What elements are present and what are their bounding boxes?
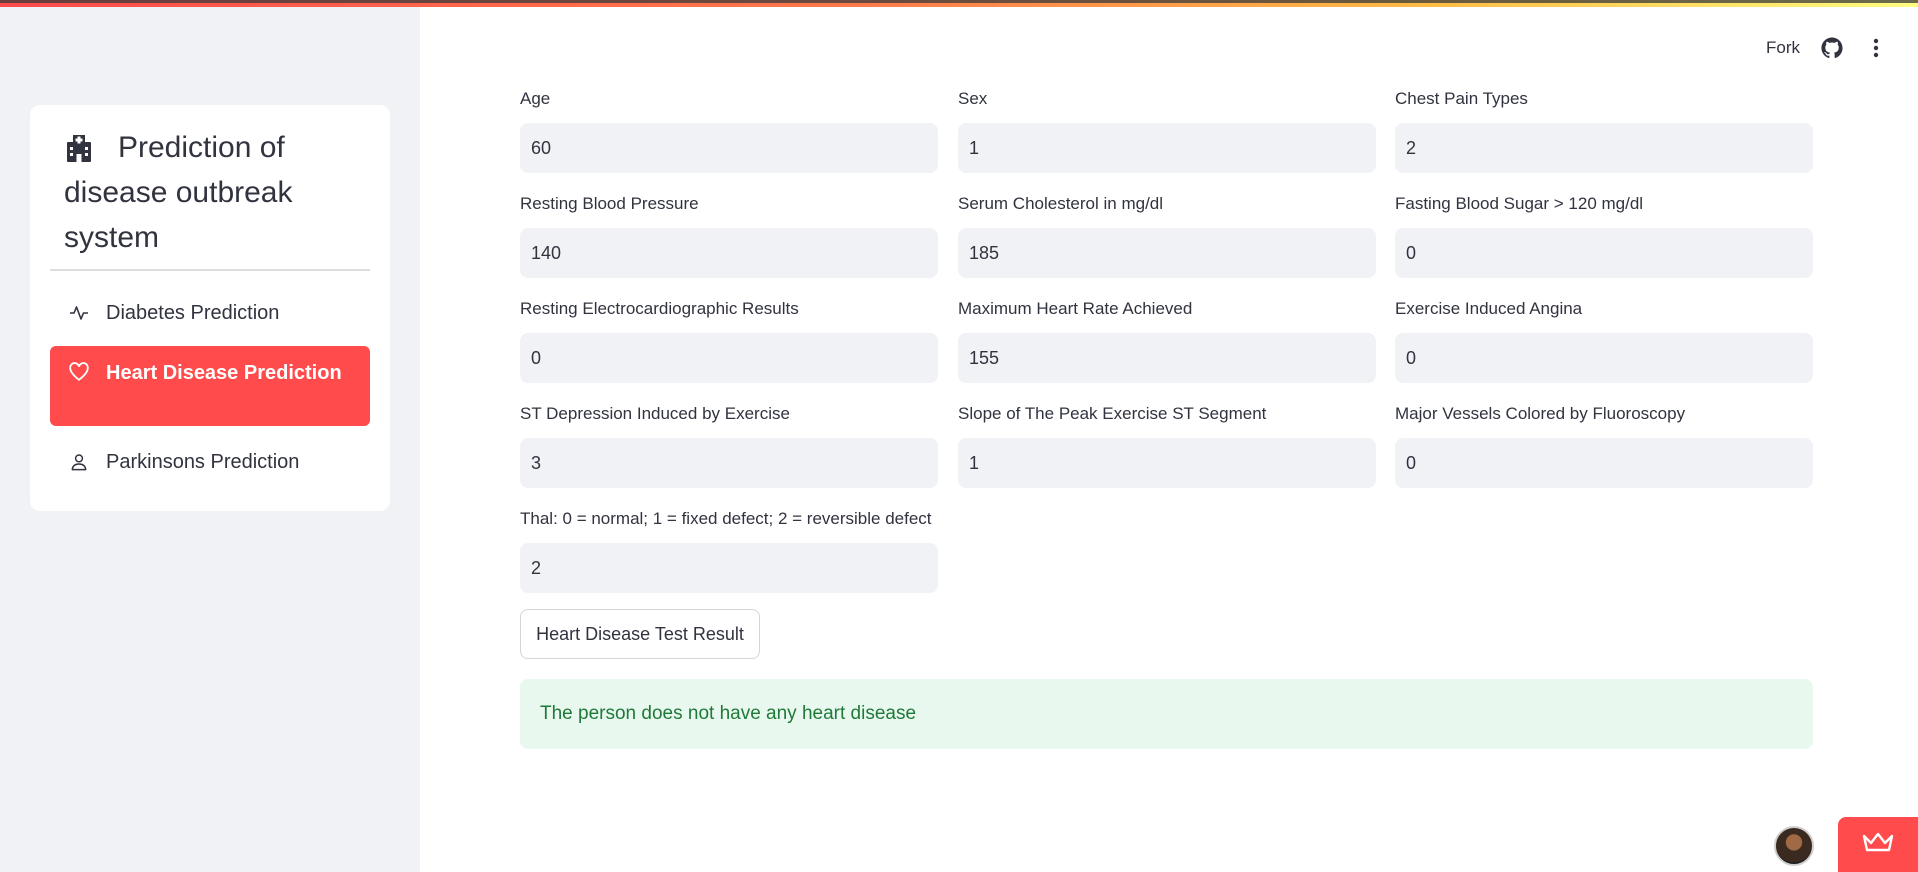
st-depression-field: ST Depression Induced by Exercise <box>520 403 938 488</box>
max-heart-rate-input[interactable] <box>958 333 1376 383</box>
person-icon <box>68 451 90 473</box>
header-actions: Fork <box>1766 36 1888 60</box>
streamlit-crown-badge[interactable] <box>1838 817 1918 872</box>
field-label: Thal: 0 = normal; 1 = fixed defect; 2 = … <box>520 509 932 528</box>
sidebar-item-label: Diabetes Prediction <box>106 301 280 324</box>
field-label: Exercise Induced Angina <box>1395 299 1583 318</box>
resting-ecg-input[interactable] <box>520 333 938 383</box>
sidebar: Prediction of disease outbreak system Di… <box>0 0 420 872</box>
st-depression-input[interactable] <box>520 438 938 488</box>
result-success-alert: The person does not have any heart disea… <box>520 679 1813 749</box>
chest-pain-field: Chest Pain Types <box>1395 88 1813 173</box>
sidebar-item-heart-disease[interactable]: Heart Disease Prediction <box>50 346 370 426</box>
menu-divider <box>50 269 370 271</box>
fork-link[interactable]: Fork <box>1766 38 1800 58</box>
st-slope-field: Slope of The Peak Exercise ST Segment <box>958 403 1376 488</box>
field-label: Resting Blood Pressure <box>520 194 699 213</box>
thal-field: Thal: 0 = normal; 1 = fixed defect; 2 = … <box>520 508 938 593</box>
major-vessels-input[interactable] <box>1395 438 1813 488</box>
sidebar-item-parkinsons[interactable]: Parkinsons Prediction <box>50 441 370 483</box>
thal-input[interactable] <box>520 543 938 593</box>
chest-pain-input[interactable] <box>1395 123 1813 173</box>
sex-field: Sex <box>958 88 1376 173</box>
more-options-icon[interactable] <box>1864 36 1888 60</box>
top-decoration-bar <box>0 0 1918 7</box>
st-slope-input[interactable] <box>958 438 1376 488</box>
heart-icon <box>68 361 90 383</box>
sidebar-item-diabetes[interactable]: Diabetes Prediction <box>50 292 370 334</box>
crown-icon <box>1862 831 1894 858</box>
fasting-blood-sugar-input[interactable] <box>1395 228 1813 278</box>
github-icon[interactable] <box>1820 36 1844 60</box>
exercise-angina-input[interactable] <box>1395 333 1813 383</box>
sex-input[interactable] <box>958 123 1376 173</box>
field-label: Chest Pain Types <box>1395 89 1528 108</box>
heart-disease-test-result-button[interactable]: Heart Disease Test Result <box>520 609 760 659</box>
sidebar-item-label: Heart Disease Prediction <box>106 362 342 384</box>
field-label: Serum Cholesterol in mg/dl <box>958 194 1164 213</box>
menu-title: Prediction of disease outbreak system <box>64 131 293 254</box>
hospital-icon <box>64 133 94 163</box>
age-field: Age <box>520 88 938 173</box>
sidebar-item-label: Parkinsons Prediction <box>106 450 300 473</box>
resting-ecg-field: Resting Electrocardiographic Results <box>520 298 938 383</box>
max-heart-rate-field: Maximum Heart Rate Achieved <box>958 298 1376 383</box>
fasting-blood-sugar-field: Fasting Blood Sugar > 120 mg/dl <box>1395 193 1813 278</box>
cholesterol-input[interactable] <box>958 228 1376 278</box>
result-message: The person does not have any heart disea… <box>540 703 917 724</box>
field-label: Resting Electrocardiographic Results <box>520 299 799 318</box>
age-input[interactable] <box>520 123 938 173</box>
field-label: Slope of The Peak Exercise ST Segment <box>958 404 1267 423</box>
activity-icon <box>68 302 90 324</box>
field-label: Age <box>520 89 551 108</box>
resting-bp-field: Resting Blood Pressure <box>520 193 938 278</box>
field-label: Sex <box>958 89 988 108</box>
cholesterol-field: Serum Cholesterol in mg/dl <box>958 193 1376 278</box>
exercise-angina-field: Exercise Induced Angina <box>1395 298 1813 383</box>
field-label: Maximum Heart Rate Achieved <box>958 299 1193 318</box>
menu-header: Prediction of disease outbreak system <box>64 125 344 260</box>
field-label: ST Depression Induced by Exercise <box>520 404 790 423</box>
avatar[interactable] <box>1774 826 1814 866</box>
resting-bp-input[interactable] <box>520 228 938 278</box>
field-label: Fasting Blood Sugar > 120 mg/dl <box>1395 194 1644 213</box>
field-label: Major Vessels Colored by Fluoroscopy <box>1395 404 1686 423</box>
major-vessels-field: Major Vessels Colored by Fluoroscopy <box>1395 403 1813 488</box>
option-menu: Prediction of disease outbreak system Di… <box>30 105 390 511</box>
